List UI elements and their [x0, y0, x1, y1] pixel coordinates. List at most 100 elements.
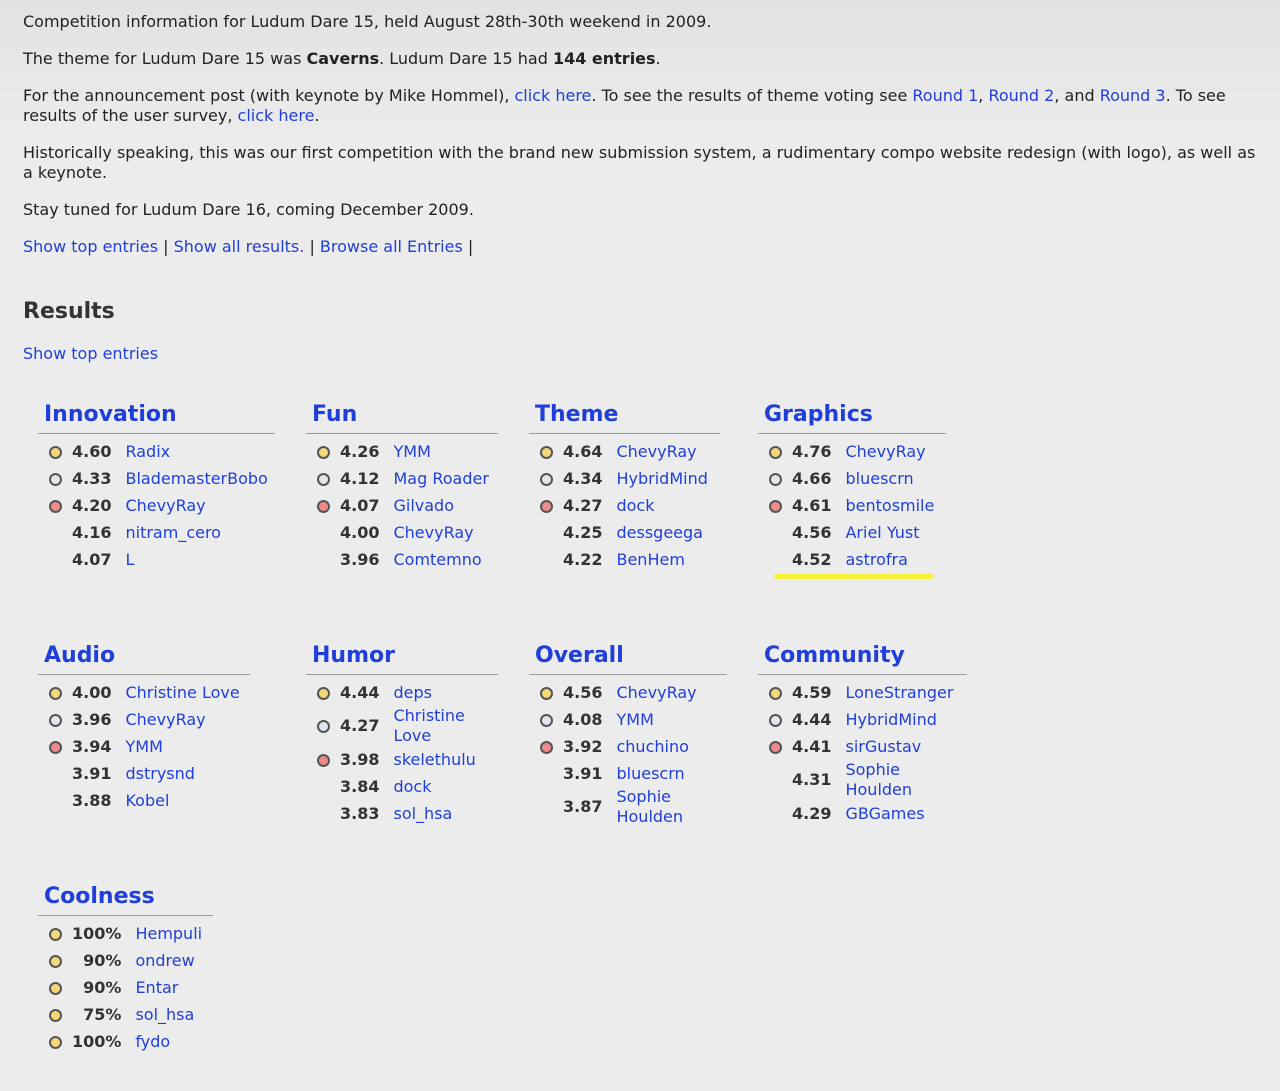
entry-link[interactable]: deps: [393, 683, 432, 702]
results-heading: Results: [23, 299, 115, 324]
entry-link[interactable]: skelethulu: [393, 750, 475, 769]
category-title[interactable]: Fun: [306, 401, 498, 429]
entry-link[interactable]: ondrew: [135, 951, 194, 970]
results-show-top-entries-link[interactable]: Show top entries: [23, 344, 158, 363]
result-score: 3.92: [563, 736, 603, 756]
category-divider: [529, 433, 720, 434]
medal-cell: [758, 546, 792, 573]
category-title[interactable]: Graphics: [758, 401, 946, 429]
entry-link[interactable]: YMM: [393, 442, 430, 461]
entry-link[interactable]: Kobel: [125, 791, 169, 810]
entry-link[interactable]: LoneStranger: [845, 683, 953, 702]
round-3-link[interactable]: Round 3: [1100, 86, 1166, 105]
show-top-entries-link[interactable]: Show top entries: [23, 237, 158, 256]
result-name-cell: sirGustav: [845, 733, 965, 760]
entry-link[interactable]: nitram_cero: [125, 523, 220, 542]
browse-all-entries-link[interactable]: Browse all Entries: [320, 237, 463, 256]
entry-link[interactable]: L: [125, 550, 134, 569]
result-row: 3.96 ChevyRay: [38, 706, 240, 733]
category-graphics: Graphics 4.76 ChevyRay 4.66 bluescrn 4.61 bent…: [758, 401, 946, 573]
announcement-link[interactable]: click here: [515, 86, 592, 105]
survey-link[interactable]: click here: [238, 106, 315, 125]
entry-link[interactable]: Mag Roader: [393, 469, 488, 488]
result-row: 90% ondrew: [38, 947, 202, 974]
category-divider: [758, 674, 967, 675]
entry-link[interactable]: HybridMind: [616, 469, 707, 488]
entry-link[interactable]: dock: [393, 777, 431, 796]
category-title[interactable]: Humor: [306, 642, 498, 670]
category-title[interactable]: Theme: [529, 401, 720, 429]
entry-link[interactable]: ChevyRay: [616, 442, 696, 461]
category-results-table: 4.00 Christine Love 3.96 ChevyRay 3.94 YMM 3.9…: [38, 679, 240, 814]
result-row: 90% Entar: [38, 974, 202, 1001]
result-row: 4.22 BenHem: [529, 546, 708, 573]
entry-link[interactable]: sirGustav: [845, 737, 921, 756]
result-name-cell: Christine Love: [125, 679, 239, 706]
entry-link[interactable]: bluescrn: [845, 469, 913, 488]
result-row: 4.76 ChevyRay: [758, 438, 934, 465]
entry-link[interactable]: dessgeega: [616, 523, 702, 542]
entry-link[interactable]: YMM: [125, 737, 162, 756]
result-row: 3.83 sol_hsa: [306, 800, 473, 827]
entry-link[interactable]: BlademasterBobo: [125, 469, 267, 488]
result-row: 3.94 YMM: [38, 733, 240, 760]
result-name-cell: Mag Roader: [393, 465, 488, 492]
entry-link[interactable]: fydo: [135, 1032, 170, 1051]
round-2-link[interactable]: Round 2: [988, 86, 1054, 105]
entry-link[interactable]: HybridMind: [845, 710, 936, 729]
category-title[interactable]: Coolness: [38, 883, 213, 911]
result-name-cell: nitram_cero: [125, 519, 267, 546]
category-title[interactable]: Overall: [529, 642, 727, 670]
entry-link[interactable]: Hempuli: [135, 924, 202, 943]
category-title[interactable]: Community: [758, 642, 967, 670]
result-score: 4.25: [563, 522, 603, 542]
category-overall: Overall 4.56 ChevyRay 4.08 YMM 3.92 chuchino 3.…: [529, 642, 727, 827]
result-name-cell: HybridMind: [845, 706, 965, 733]
entry-link[interactable]: GBGames: [845, 804, 924, 823]
category-title[interactable]: Innovation: [38, 401, 275, 429]
medal-cell: [529, 733, 563, 760]
show-all-results-link[interactable]: Show all results.: [174, 237, 305, 256]
entry-link[interactable]: Radix: [125, 442, 170, 461]
result-row: 4.64 ChevyRay: [529, 438, 708, 465]
entry-link[interactable]: dstrysnd: [125, 764, 194, 783]
category-title[interactable]: Audio: [38, 642, 250, 670]
result-name-cell: Kobel: [125, 787, 239, 814]
entry-link[interactable]: astrofra: [845, 550, 907, 569]
result-row: 4.31 Sophie Houlden: [758, 760, 965, 800]
entry-link[interactable]: dock: [616, 496, 654, 515]
entry-link[interactable]: Gilvado: [393, 496, 454, 515]
intro-line-4: Historically speaking, this was our firs…: [23, 143, 1256, 182]
entry-link[interactable]: ChevyRay: [616, 683, 696, 702]
result-name-cell: dock: [393, 773, 473, 800]
entry-link[interactable]: Christine Love: [393, 706, 464, 745]
entry-link[interactable]: BenHem: [616, 550, 684, 569]
gold-medal-icon: [539, 445, 553, 459]
entry-link[interactable]: bluescrn: [616, 764, 684, 783]
entry-link[interactable]: Comtemno: [393, 550, 481, 569]
result-name-cell: Christine Love: [393, 706, 473, 746]
entry-link[interactable]: ChevyRay: [845, 442, 925, 461]
entry-link[interactable]: ChevyRay: [125, 710, 205, 729]
result-name-cell: Gilvado: [393, 492, 488, 519]
entry-link[interactable]: YMM: [616, 710, 653, 729]
entry-link[interactable]: Entar: [135, 978, 178, 997]
entry-link[interactable]: chuchino: [616, 737, 688, 756]
result-score: 4.31: [792, 770, 832, 789]
entry-link[interactable]: Sophie Houlden: [845, 760, 912, 799]
medal-cell: [758, 706, 792, 733]
entry-link[interactable]: ChevyRay: [393, 523, 473, 542]
entry-link[interactable]: sol_hsa: [393, 804, 452, 823]
nav-links: Show top entries | Show all results. | B…: [23, 237, 474, 256]
medal-cell: [529, 679, 563, 706]
category-audio: Audio 4.00 Christine Love 3.96 ChevyRay 3.94 Y…: [38, 642, 250, 814]
entry-link[interactable]: Sophie Houlden: [616, 787, 683, 826]
entry-link[interactable]: Christine Love: [125, 683, 239, 702]
entry-link[interactable]: Ariel Yust: [845, 523, 919, 542]
entry-link[interactable]: sol_hsa: [135, 1005, 194, 1024]
entry-link[interactable]: ChevyRay: [125, 496, 205, 515]
result-score: 4.00: [72, 682, 112, 702]
round-1-link[interactable]: Round 1: [912, 86, 978, 105]
category-results-table: 4.26 YMM 4.12 Mag Roader 4.07 Gilvado 4.00 Chev…: [306, 438, 489, 573]
entry-link[interactable]: bentosmile: [845, 496, 934, 515]
